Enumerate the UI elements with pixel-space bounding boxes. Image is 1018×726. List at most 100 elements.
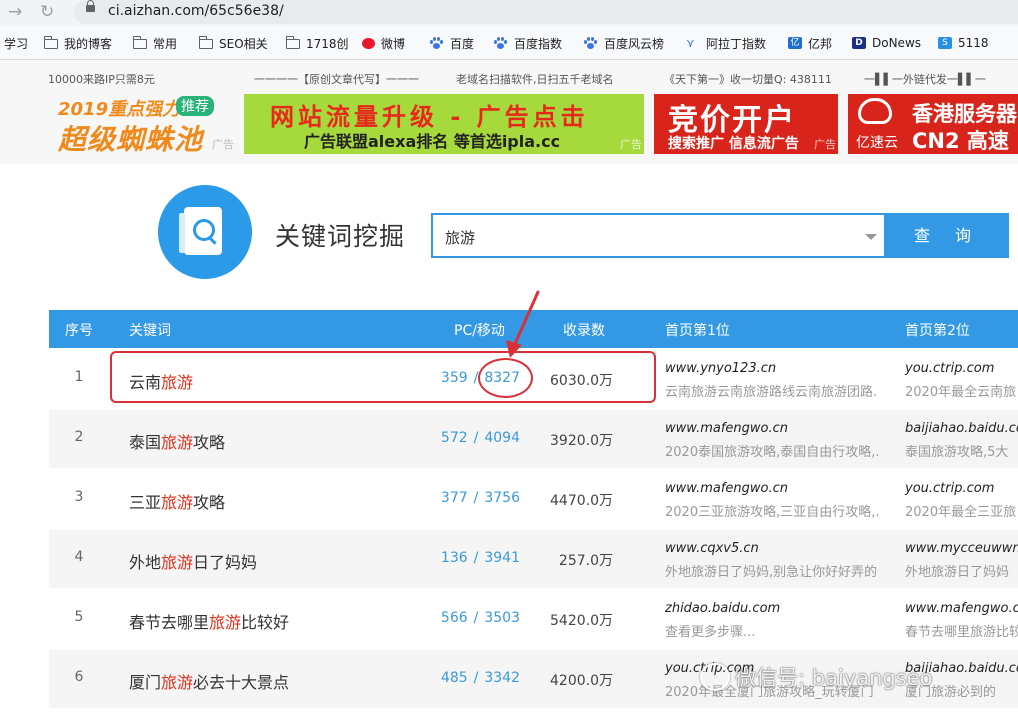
rank2-title[interactable]: 泰国旅游攻略,5大 [905, 441, 1018, 460]
pc-mobile-value: 136/3941 [440, 550, 520, 566]
folder-icon [198, 35, 213, 49]
ad-strip: 10000来路IP只需8元 一一一一【原创文章代写】一一一 老域名扫描软件,日扫… [0, 60, 1018, 164]
rank1-title[interactable]: 查看更多步骤... [665, 621, 891, 640]
bookmark-seo[interactable]: SEO相关 [198, 34, 268, 52]
indexed-count: 257.0万 [558, 553, 613, 569]
bookmark-aladdin[interactable]: ⋎ 阿拉丁指数 [686, 34, 766, 52]
bookmark-common[interactable]: 常用 [132, 34, 177, 52]
keyword-mining-logo [158, 185, 252, 279]
indexed-count: 4200.0万 [550, 673, 613, 689]
book-search-icon [179, 207, 222, 255]
ad-text-link[interactable]: 10000来路IP只需8元 [48, 71, 155, 87]
rank2-title[interactable]: 春节去哪里旅游比较 [905, 621, 1018, 640]
rank2-domain[interactable]: www.mycceuwwn [905, 541, 1018, 556]
rank2-domain[interactable]: www.mafengwo.cn [905, 601, 1018, 616]
row-index: 1 [74, 369, 84, 385]
rank1-domain[interactable]: www.cqxv5.cn [665, 541, 759, 556]
lock-icon [86, 0, 95, 12]
bookmark-baidu-index[interactable]: 百度指数 [494, 34, 562, 52]
rank1-domain[interactable]: www.mafengwo.cn [665, 481, 788, 496]
dropdown-caret-icon[interactable] [865, 234, 877, 240]
bookmark-baidu-trends[interactable]: 百度风云榜 [584, 34, 664, 52]
donews-icon: D [852, 37, 866, 49]
bookmark-weibo[interactable]: 微博 [362, 34, 405, 52]
table-row: 4 外地旅游日了妈妈 136/3941 257.0万 www.cqxv5.cn … [49, 530, 1018, 588]
indexed-count: 4470.0万 [550, 493, 613, 509]
rank1-title[interactable]: 2020三亚旅游攻略,三亚自由行攻略,. [665, 501, 891, 520]
rank2-domain[interactable]: you.ctrip.com [905, 481, 994, 496]
row-index: 4 [74, 549, 84, 565]
reload-icon[interactable]: ↻ [40, 2, 54, 22]
rank1-title[interactable]: 云南旅游云南旅游路线云南旅游团路. [665, 381, 891, 400]
rank1-title[interactable]: 2020泰国旅游攻略,泰国自由行攻略,. [665, 441, 891, 460]
row-index: 6 [74, 669, 84, 685]
forward-arrow-icon[interactable]: → [8, 2, 22, 22]
folder-icon [43, 35, 58, 49]
url-text: ci.aizhan.com/65c56e38/ [108, 3, 284, 19]
browser-toolbar: → ↻ ci.aizhan.com/65c56e38/ [0, 0, 1018, 26]
weibo-icon [362, 37, 375, 49]
rank1-domain[interactable]: www.ynyo123.cn [665, 361, 776, 376]
bookmark-5118[interactable]: S 5118 [938, 34, 989, 52]
aladdin-icon: ⋎ [686, 36, 695, 50]
pc-mobile-value: 572/4094 [440, 430, 520, 446]
keyword-link[interactable]: 厦门旅游必去十大景点 [129, 669, 289, 693]
pc-mobile-value: 377/3756 [440, 490, 520, 506]
bookmark-baidu[interactable]: 百度 [430, 34, 474, 52]
address-bar[interactable]: ci.aizhan.com/65c56e38/ [74, 0, 1018, 24]
table-row: 5 春节去哪里旅游比较好 566/3503 5420.0万 zhidao.bai… [49, 590, 1018, 648]
col-rank2: 首页第2位 [905, 323, 970, 339]
keyword-link[interactable]: 三亚旅游攻略 [129, 489, 225, 513]
ad-text-link[interactable]: 一▌▌一外链代发一▌▌一 [864, 71, 986, 87]
bookmark-yibang[interactable]: 亿亿邦 [788, 34, 832, 52]
ad-banner-yisu[interactable]: 亿速云 香港服务器 CN2 高速 [848, 94, 1018, 154]
rank2-title[interactable]: 2020年最全云南旅 [905, 381, 1018, 400]
bookmark-study[interactable]: 学习 [4, 34, 28, 52]
rank1-title[interactable]: 外地旅游日了妈妈,别急让你好好弄的 [665, 561, 891, 580]
highlight-ellipse [478, 358, 533, 398]
ad-banner-spider-pool[interactable]: 2019重点强力 推荐 超级蜘蛛池 广告 [48, 94, 236, 154]
rank2-domain[interactable]: you.ctrip.com [905, 361, 994, 376]
ad-text-link[interactable]: 《天下第一》收一切量Q: 438111 [664, 71, 832, 87]
baidu-paw-icon [430, 37, 444, 49]
watermark-text: 微信号: baiyangseo [735, 666, 933, 690]
keyword-link[interactable]: 泰国旅游攻略 [129, 429, 225, 453]
table-row: 3 三亚旅游攻略 377/3756 4470.0万 www.mafengwo.c… [49, 470, 1018, 528]
search-input-value: 旅游 [445, 229, 476, 247]
ad-banner-traffic[interactable]: 网站流量升级 - 广告点击 广告联盟alexa排名 等首选ipla.cc 广告 [244, 94, 644, 154]
col-index: 序号 [65, 323, 93, 339]
rank1-domain[interactable]: www.mafengwo.cn [665, 421, 788, 436]
col-count[interactable]: 收录数 [563, 320, 605, 340]
cloud-icon [858, 98, 892, 124]
pc-mobile-value: 485/3342 [440, 670, 520, 686]
bookmark-donews[interactable]: D DoNews [852, 34, 921, 52]
highlight-rectangle [110, 351, 656, 403]
rank2-domain[interactable]: baijiahao.baidu.co [905, 421, 1018, 436]
keyword-link[interactable]: 春节去哪里旅游比较好 [129, 609, 289, 633]
keyword-link[interactable]: 外地旅游日了妈妈 [129, 549, 257, 573]
bookmark-1718[interactable]: 1718创 [285, 34, 349, 52]
col-rank1: 首页第1位 [665, 323, 730, 339]
rank2-title[interactable]: 外地旅游日了妈妈 [905, 561, 1018, 580]
rank2-title[interactable]: 2020年最全三亚旅 [905, 501, 1018, 520]
wechat-icon [700, 663, 730, 691]
row-index: 3 [74, 489, 84, 505]
table-row: 2 泰国旅游攻略 572/4094 3920.0万 www.mafengwo.c… [49, 410, 1018, 468]
indexed-count: 5420.0万 [550, 613, 613, 629]
baidu-paw-icon [494, 37, 508, 49]
page-title: 关键词挖掘 [275, 222, 406, 251]
search-input[interactable]: 旅游 [431, 213, 886, 258]
baidu-paw-icon [584, 37, 598, 49]
ad-banner-bidding[interactable]: 竞价开户 搜索推广 信息流广告 广告 [654, 94, 838, 154]
bookmarks-bar: 学习 我的博客 常用 SEO相关 1718创 微博 百度 百度指数 百度风云榜 … [0, 26, 1018, 60]
rank1-domain[interactable]: zhidao.baidu.com [665, 601, 780, 616]
bookmark-my-blog[interactable]: 我的博客 [43, 34, 112, 52]
folder-icon [285, 35, 300, 49]
ad-text-link[interactable]: 一一一一【原创文章代写】一一一 [254, 71, 419, 87]
ad-text-link[interactable]: 老域名扫描软件,日扫五千老域名 [456, 71, 614, 87]
indexed-count: 3920.0万 [550, 433, 613, 449]
row-index: 5 [74, 609, 84, 625]
search-button[interactable]: 查 询 [886, 213, 1009, 258]
folder-icon [132, 35, 147, 49]
annotation-arrow-icon [506, 290, 540, 358]
